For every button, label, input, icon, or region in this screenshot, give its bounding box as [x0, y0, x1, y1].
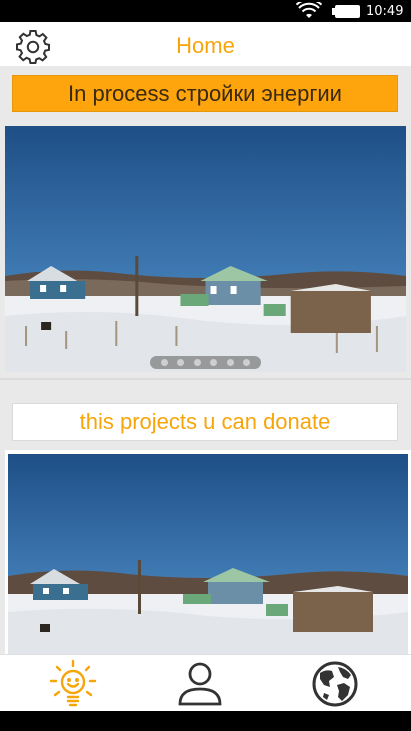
bottom-navigation	[0, 654, 411, 711]
user-icon[interactable]	[175, 659, 225, 709]
carousel-dot[interactable]	[226, 359, 234, 366]
status-bar: 10:49	[0, 0, 411, 22]
donate-projects-header[interactable]: this projects u can donate	[12, 403, 398, 441]
screen: 10:49 Home In process стройки энергии th…	[0, 0, 411, 731]
app-bar: Home	[0, 22, 411, 66]
wifi-icon	[296, 2, 322, 18]
carousel-indicator[interactable]	[150, 356, 261, 369]
project-photo-carousel[interactable]	[5, 126, 406, 372]
carousel-dot[interactable]	[210, 359, 218, 366]
lightbulb-icon[interactable]	[48, 659, 98, 709]
carousel-dot[interactable]	[177, 359, 185, 366]
globe-icon[interactable]	[310, 659, 360, 709]
carousel-dot[interactable]	[160, 359, 168, 366]
village-winter-photo	[5, 126, 406, 372]
village-winter-photo	[8, 454, 408, 654]
carousel-dot[interactable]	[193, 359, 201, 366]
carousel-dot[interactable]	[243, 359, 251, 366]
donate-project-photo[interactable]	[8, 454, 408, 654]
page-title: Home	[176, 33, 235, 58]
section-divider	[0, 378, 411, 380]
status-time: 10:49	[366, 4, 404, 19]
in-process-banner[interactable]: In process стройки энергии	[12, 75, 398, 112]
battery-icon	[332, 5, 360, 18]
system-nav-bar	[0, 711, 411, 731]
